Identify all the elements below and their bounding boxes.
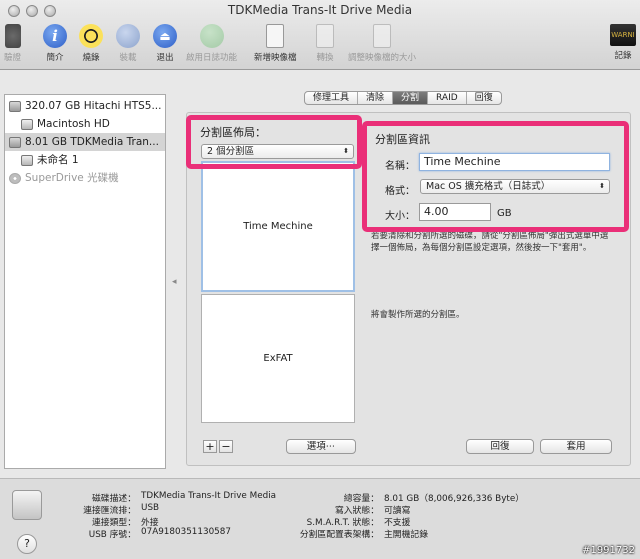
journal-icon — [199, 24, 224, 48]
resize-image-icon — [373, 24, 391, 48]
info-key: 分割區配置表架構： — [299, 530, 379, 540]
log-icon: WARNI — [610, 24, 636, 46]
highlight-box-layout — [186, 115, 362, 169]
verify-button[interactable]: 驗證 — [4, 24, 21, 63]
add-partition-button[interactable]: + — [203, 440, 217, 453]
tab-first-aid[interactable]: 修理工具 — [305, 92, 359, 104]
info-button[interactable]: i 簡介 — [43, 24, 67, 63]
enable-log-button[interactable]: 啟用日誌功能 — [186, 24, 237, 63]
partition-block-time-mechine[interactable]: Time Mechine — [201, 161, 355, 292]
convert-button[interactable]: 轉換 — [316, 24, 334, 63]
tab-erase[interactable]: 清除 — [358, 92, 394, 104]
watermark-id: #1991732 — [582, 545, 635, 556]
usb-disk-icon — [9, 136, 21, 148]
apply-button[interactable]: 套用 — [540, 439, 612, 454]
mount-icon — [116, 24, 140, 48]
tab-raid[interactable]: RAID — [428, 92, 467, 104]
mount-button[interactable]: 裝載 — [116, 24, 140, 63]
optical-disc-icon — [9, 172, 21, 184]
new-image-icon — [266, 24, 285, 48]
burn-button[interactable]: 燒錄 — [79, 24, 103, 63]
title-toolbar: TDKMedia Trans-It Drive Media 驗證 i 簡介 燒錄… — [0, 0, 640, 70]
microscope-icon — [4, 24, 21, 48]
disk-icon — [12, 490, 42, 520]
window-title: TDKMedia Trans-It Drive Media — [227, 3, 413, 17]
revert-button[interactable]: 回復 — [466, 439, 534, 454]
tab-bar: 修理工具 清除 分割 RAID 回復 — [304, 91, 502, 105]
partition-map: Time Mechine ExFAT — [201, 161, 355, 423]
info-key: USB 序號： — [88, 530, 136, 540]
info-value: 主開機記錄 — [384, 530, 428, 540]
volume-icon — [21, 118, 33, 130]
info-value: 07A9180351130587 — [141, 527, 231, 537]
sidebar-item-hitachi-disk[interactable]: 320.07 GB Hitachi HTS5... — [5, 97, 165, 115]
volume-icon — [21, 154, 33, 166]
help-button[interactable]: ? — [17, 534, 37, 554]
eject-icon: ⏏ — [153, 24, 177, 48]
log-button[interactable]: WARNI 記錄 — [610, 24, 636, 61]
eject-button[interactable]: ⏏ 退出 — [153, 24, 177, 63]
resize-image-button[interactable]: 調整映像檔的大小 — [348, 24, 416, 63]
partition-instructions: 若要清除和分割所選的磁碟，請從"分割區佈局"彈出式選單中選擇一個佈局，為每個分割… — [371, 231, 609, 253]
sidebar-item-macintosh-hd[interactable]: Macintosh HD — [5, 115, 165, 133]
burn-icon — [79, 24, 103, 48]
info-icon: i — [43, 24, 67, 48]
sidebar-item-tdk-disk[interactable]: 8.01 GB TDKMedia Tran... — [5, 133, 165, 151]
splitter-handle[interactable]: ◂ — [172, 277, 177, 287]
hard-disk-icon — [9, 100, 21, 112]
options-button[interactable]: 選項⋯ — [286, 439, 356, 454]
tab-restore[interactable]: 回復 — [467, 92, 501, 104]
new-image-button[interactable]: 新增映像檔 — [254, 24, 297, 63]
sidebar-item-superdrive[interactable]: SuperDrive 光碟機 — [5, 169, 165, 187]
convert-icon — [316, 24, 334, 48]
info-value: TDKMedia Trans-It Drive Media — [141, 491, 277, 501]
highlight-box-info — [362, 121, 629, 232]
sidebar-item-untitled[interactable]: 未命名 1 — [5, 151, 165, 169]
device-sidebar: 320.07 GB Hitachi HTS5... Macintosh HD 8… — [4, 94, 166, 469]
partition-block-exfat[interactable]: ExFAT — [201, 294, 355, 423]
tab-partition[interactable]: 分割 — [393, 92, 429, 104]
partition-status-text: 將會製作所選的分割區。 — [371, 310, 465, 320]
remove-partition-button[interactable]: − — [219, 440, 233, 453]
info-value: USB — [141, 503, 160, 513]
